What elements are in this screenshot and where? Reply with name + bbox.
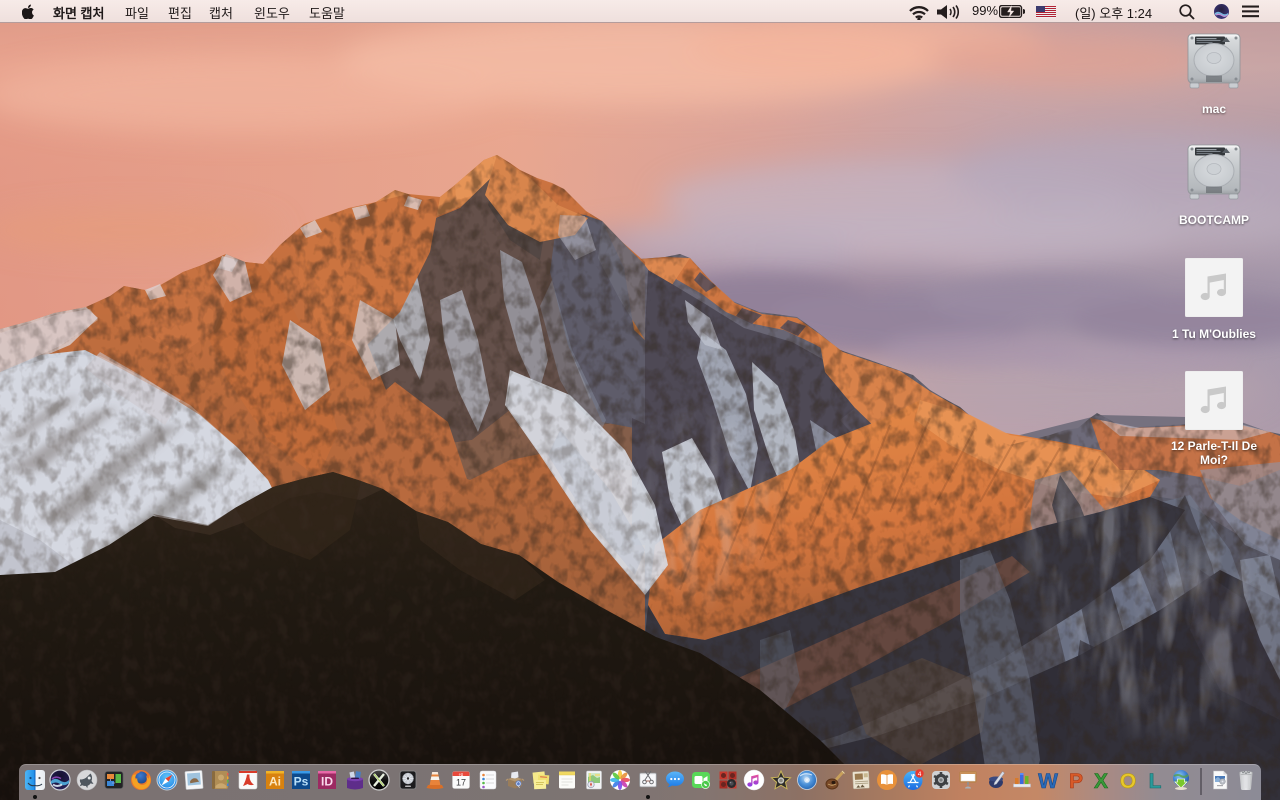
svg-text:X: X bbox=[1093, 770, 1107, 791]
svg-text:4: 4 bbox=[918, 771, 922, 778]
svg-text:O: O bbox=[1119, 770, 1135, 791]
svg-text:ID: ID bbox=[321, 775, 333, 789]
svg-text:6월: 6월 bbox=[459, 771, 464, 776]
svg-text:17: 17 bbox=[456, 778, 466, 788]
svg-text:W: W bbox=[1038, 770, 1058, 791]
svg-text:Ai: Ai bbox=[269, 775, 281, 789]
svg-text:Ps: Ps bbox=[293, 775, 308, 789]
svg-text:Q: Q bbox=[516, 782, 521, 788]
svg-text:L: L bbox=[1148, 770, 1161, 791]
svg-text:P: P bbox=[1069, 770, 1083, 791]
